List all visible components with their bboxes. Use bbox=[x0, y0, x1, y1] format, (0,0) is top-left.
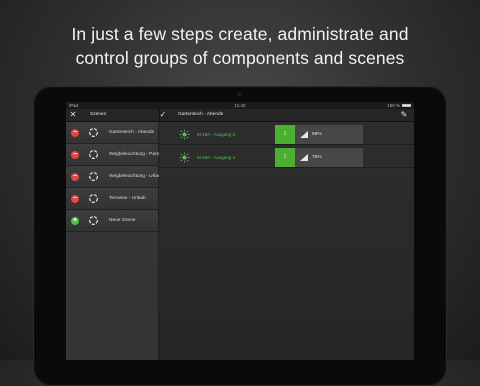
battery-percent: 100 % bbox=[387, 103, 400, 108]
scene-detail-title: Gartenteich - Abends bbox=[178, 112, 224, 117]
component-row[interactable]: M-150 - Ausgang 3 1 59% bbox=[159, 125, 414, 145]
scene-detail-toolbar: ✓ Gartenteich - Abends ✎ bbox=[159, 109, 414, 122]
brightness-icon bbox=[300, 154, 308, 161]
dimmer-percent: 59% bbox=[312, 132, 322, 137]
scenes-toolbar: ✕ Szenen bbox=[66, 109, 159, 122]
add-icon[interactable]: + bbox=[71, 217, 79, 225]
headline: In just a few steps create, administrate… bbox=[0, 22, 480, 70]
close-icon[interactable]: ✕ bbox=[68, 109, 78, 121]
scene-label: Gartenteich - Abends bbox=[109, 130, 155, 135]
scene-components: M-150 - Ausgang 3 1 59% M-150 - Ausgang … bbox=[159, 122, 414, 360]
new-scene-item[interactable]: + Neue Szene bbox=[66, 210, 158, 232]
status-bar: iPad 11:42 100 % bbox=[66, 102, 414, 109]
scene-icon bbox=[89, 216, 98, 225]
light-icon bbox=[179, 129, 190, 140]
scene-icon bbox=[89, 194, 98, 203]
scene-label: Neue Szene bbox=[109, 218, 136, 223]
pencil-icon[interactable]: ✎ bbox=[399, 109, 409, 121]
level-index[interactable]: 1 bbox=[275, 148, 295, 167]
headline-line-1: In just a few steps create, administrate… bbox=[71, 24, 409, 44]
scene-label: Wegbeleuchtung - Urlaub bbox=[109, 174, 164, 179]
light-icon bbox=[179, 152, 190, 163]
component-label: M-150 - Ausgang 4 bbox=[197, 155, 236, 160]
delete-icon[interactable]: − bbox=[71, 151, 79, 159]
scene-icon bbox=[89, 128, 98, 137]
level-index[interactable]: 1 bbox=[275, 125, 295, 144]
scene-label: Terrasse - Urlaub bbox=[109, 196, 146, 201]
dimmer-percent: 76% bbox=[312, 155, 322, 160]
scene-list: − Gartenteich - Abends − Wegbeleuchtung … bbox=[66, 122, 163, 360]
clock: 11:42 bbox=[234, 103, 246, 108]
delete-icon[interactable]: − bbox=[71, 195, 79, 203]
scenes-title: Szenen bbox=[90, 112, 107, 117]
check-icon[interactable]: ✓ bbox=[158, 109, 168, 121]
delete-icon[interactable]: − bbox=[71, 173, 79, 181]
component-label: M-150 - Ausgang 3 bbox=[197, 132, 236, 137]
dimmer-level[interactable]: 76% bbox=[295, 148, 363, 167]
app-screen: iPad 11:42 100 % ✕ Szenen ✓ Gartenteich … bbox=[66, 102, 414, 360]
brightness-icon bbox=[300, 131, 308, 138]
scene-item[interactable]: − Terrasse - Urlaub bbox=[66, 188, 158, 210]
camera-icon bbox=[237, 92, 242, 97]
scene-icon bbox=[89, 172, 98, 181]
headline-line-2: control groups of components and scenes bbox=[75, 48, 405, 68]
scene-item[interactable]: − Wegbeleuchtung - Party bbox=[66, 144, 161, 166]
scene-item[interactable]: − Gartenteich - Abends bbox=[66, 122, 158, 144]
component-row[interactable]: M-150 - Ausgang 4 1 76% bbox=[159, 148, 414, 168]
scene-item[interactable]: − Wegbeleuchtung - Urlaub bbox=[66, 166, 163, 188]
scene-icon bbox=[89, 150, 98, 159]
battery-icon bbox=[402, 104, 411, 107]
scene-label: Wegbeleuchtung - Party bbox=[109, 152, 161, 157]
dimmer-level[interactable]: 59% bbox=[295, 125, 363, 144]
delete-icon[interactable]: − bbox=[71, 129, 79, 137]
